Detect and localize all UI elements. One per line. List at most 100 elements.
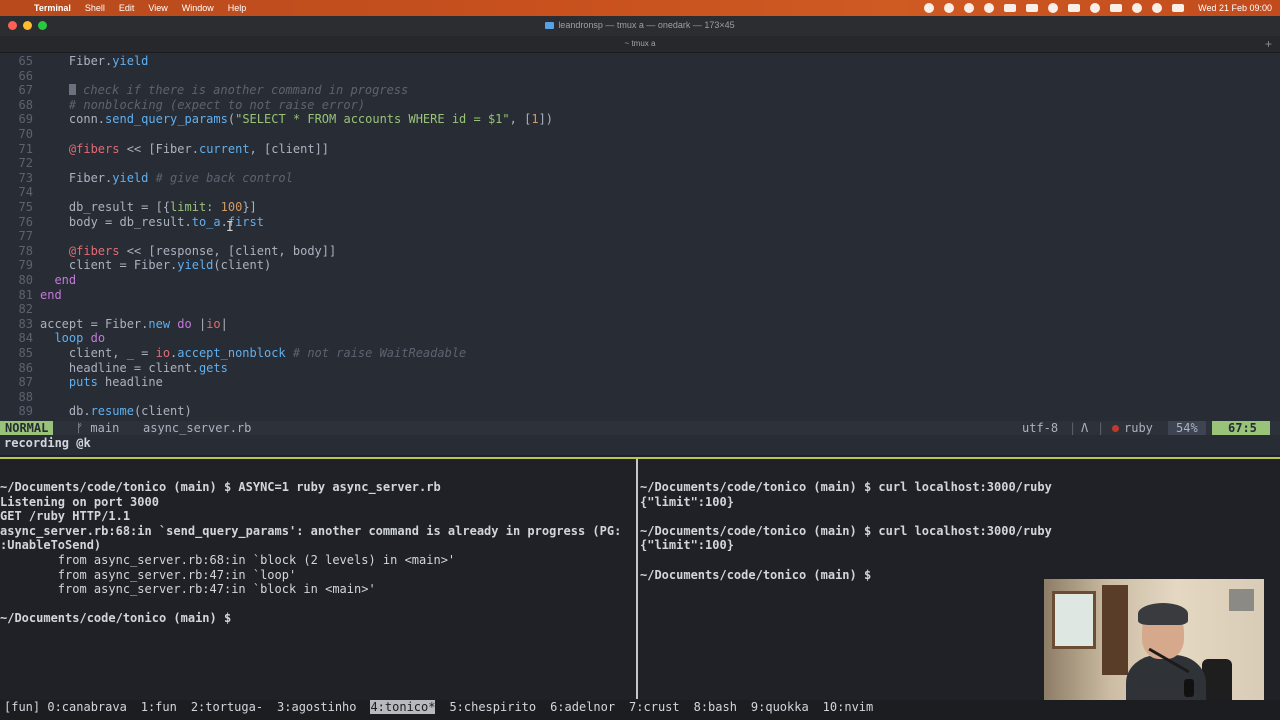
- statusline-separator: |: [1069, 421, 1077, 435]
- tmux-window-tab[interactable]: 8:bash: [694, 700, 737, 714]
- code-token: @fibers: [68, 243, 120, 258]
- code-token: # give back control: [148, 170, 293, 185]
- room-window: [1052, 591, 1096, 649]
- wave-icon[interactable]: [1004, 4, 1017, 12]
- code-line[interactable]: 75 db_result = [{limit: 100}]: [0, 200, 1280, 215]
- menu-clock[interactable]: Wed 21 Feb 09:00: [1198, 3, 1272, 13]
- code-line[interactable]: 68 # nonblocking (expect to not raise er…: [0, 98, 1280, 113]
- line-number: 80: [18, 273, 33, 287]
- vim-command-line: recording @k: [0, 435, 1280, 455]
- line-number: 70: [18, 127, 33, 141]
- terminal-line: ~/Documents/code/tonico (main) $ ASYNC=1…: [0, 480, 441, 494]
- chrome-icon[interactable]: [964, 3, 975, 13]
- code-line[interactable]: 78 @fibers << [response, [client, body]]: [0, 244, 1280, 259]
- webcam-overlay: [1044, 579, 1264, 706]
- terminal-line: {"limit":100}: [640, 538, 734, 553]
- code-line[interactable]: 85 client, _ = io.accept_nonblock # not …: [0, 346, 1280, 361]
- code-token: check if there is another command in pro…: [75, 83, 409, 98]
- control-center-icon[interactable]: [1172, 4, 1185, 12]
- tmux-window-tab[interactable]: 2:tortuga-: [191, 700, 263, 714]
- code-line[interactable]: 89 db.resume(client): [0, 404, 1280, 419]
- presenter-body: [1126, 655, 1206, 706]
- tab-bar: ~ tmux a +: [0, 36, 1280, 53]
- terminal-line: ~/Documents/code/tonico (main) $ curl lo…: [640, 480, 1052, 494]
- code-token: }]: [242, 200, 257, 214]
- battery-icon[interactable]: [1110, 4, 1123, 12]
- tmux-window-tab[interactable]: [fun] 0:canabrava: [4, 700, 127, 714]
- code-line[interactable]: 65 Fiber.yield: [0, 54, 1280, 69]
- menu-window[interactable]: Window: [182, 3, 214, 13]
- line-number: 67: [18, 83, 33, 98]
- code-line[interactable]: 80 end: [0, 273, 1280, 288]
- code-token: 1: [531, 112, 539, 127]
- dnd-icon[interactable]: [944, 3, 955, 13]
- tmux-window-tab[interactable]: 7:crust: [629, 700, 680, 714]
- window-titlebar: leandronsp — tmux a — onedark — 173×45: [0, 16, 1280, 36]
- pane-divider-vertical[interactable]: [636, 459, 638, 699]
- tmux-window-tab[interactable]: 5:chespirito: [449, 700, 536, 714]
- menu-shell[interactable]: Shell: [85, 3, 105, 13]
- code-token: to_a: [191, 214, 221, 229]
- record-icon[interactable]: [924, 3, 935, 13]
- tmux-window-tab[interactable]: 1:fun: [141, 700, 177, 714]
- moon-icon[interactable]: [1090, 3, 1101, 13]
- code-line[interactable]: 87 puts headline: [0, 375, 1280, 390]
- room-door: [1102, 585, 1128, 675]
- code-token: , [: [509, 112, 532, 127]
- menu-view[interactable]: View: [148, 3, 167, 13]
- tmux-window-tab[interactable]: 4:tonico*: [370, 700, 436, 714]
- app-icon[interactable]: [1048, 3, 1059, 13]
- code-line[interactable]: 66: [0, 69, 1280, 84]
- code-line[interactable]: 70: [0, 127, 1280, 142]
- wifi-icon[interactable]: [1132, 3, 1143, 13]
- code-token: |: [220, 316, 228, 331]
- menu-help[interactable]: Help: [228, 3, 247, 13]
- code-line[interactable]: 67 check if there is another command in …: [0, 83, 1280, 98]
- microphone-icon: [1184, 679, 1194, 697]
- tmux-window-tab[interactable]: 3:agostinho: [277, 700, 356, 714]
- code-line[interactable]: 73 Fiber.yield # give back control: [0, 171, 1280, 186]
- tmux-window-tab[interactable]: 9:quokka: [751, 700, 809, 714]
- tmux-window-tab[interactable]: 6:adelnor: [550, 700, 615, 714]
- scroll-percent: 54%: [1168, 421, 1206, 435]
- code-line[interactable]: 71 @fibers << [Fiber.current, [client]]: [0, 142, 1280, 157]
- code-line[interactable]: 88: [0, 390, 1280, 405]
- line-number: 89: [18, 404, 33, 419]
- code-line[interactable]: 83 accept = Fiber.new do |io|: [0, 317, 1280, 332]
- tab-tmux[interactable]: ~ tmux a: [0, 39, 1280, 48]
- tmux-window-tab[interactable]: 10:nvim: [823, 700, 874, 714]
- new-tab-icon[interactable]: +: [1265, 37, 1272, 51]
- code-line[interactable]: 77: [0, 229, 1280, 244]
- code-line[interactable]: 69 conn.send_query_params("SELECT * FROM…: [0, 112, 1280, 127]
- code-line[interactable]: 86 headline = client.gets: [0, 361, 1280, 376]
- code-line[interactable]: 79 client = Fiber.yield(client): [0, 258, 1280, 273]
- pane-divider-horizontal[interactable]: [0, 457, 1280, 459]
- menu-terminal[interactable]: Terminal: [34, 3, 71, 13]
- apple-menu-icon[interactable]: [12, 2, 24, 14]
- line-number: 83: [18, 316, 33, 331]
- code-token: # not raise WaitReadable: [285, 346, 467, 360]
- terminal-line: from async_server.rb:47:in `loop': [0, 567, 297, 582]
- code-token: << [response, [client, body]]: [119, 243, 337, 258]
- code-line[interactable]: 74: [0, 185, 1280, 200]
- code-token: loop: [54, 331, 84, 346]
- pen-icon[interactable]: [1026, 4, 1039, 12]
- code-line[interactable]: 82: [0, 302, 1280, 317]
- code-line[interactable]: 84 loop do: [0, 331, 1280, 346]
- menu-edit[interactable]: Edit: [119, 3, 135, 13]
- search-icon[interactable]: [1152, 3, 1163, 13]
- code-line[interactable]: 72: [0, 156, 1280, 171]
- vim-editor[interactable]: 65 Fiber.yield 66 67 check if there is ano…: [0, 53, 1280, 421]
- code-line[interactable]: 81 end: [0, 288, 1280, 303]
- code-token: Fiber: [155, 141, 192, 156]
- shell-pane-server[interactable]: ~/Documents/code/tonico (main) $ ASYNC=1…: [0, 480, 636, 698]
- lock-icon[interactable]: [984, 3, 995, 13]
- code-line[interactable]: 76 body = db_result.to_a.first: [0, 215, 1280, 230]
- code-token: do: [177, 316, 192, 331]
- code-token: Fiber: [40, 54, 106, 68]
- vim-mode: NORMAL: [0, 421, 54, 435]
- battery-widget-icon[interactable]: [1068, 4, 1081, 12]
- room-shelf: [1229, 589, 1254, 611]
